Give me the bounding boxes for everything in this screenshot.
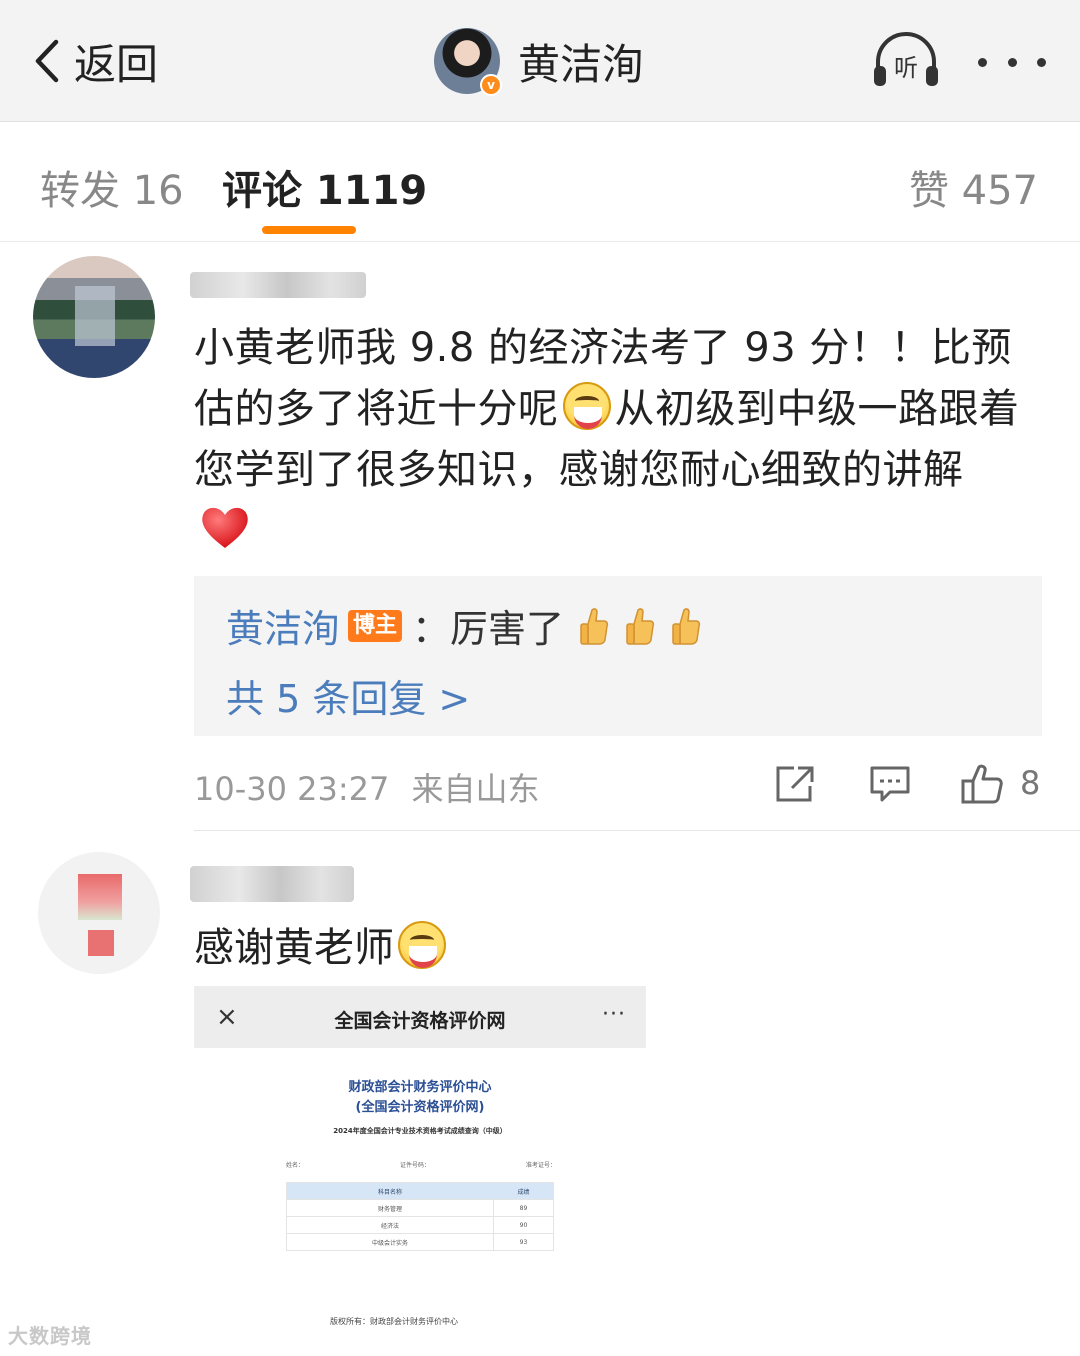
comment-image[interactable]: × 全国会计资格评价网 ··· 财政部会计财务评价中心 (全国会计资格评价网) …: [194, 986, 646, 1326]
heart-emoji-icon: [202, 507, 248, 548]
laugh-emoji-icon: [562, 382, 611, 430]
blogger-badge: 博主: [348, 609, 403, 642]
commenter-name-blurred[interactable]: [190, 272, 366, 298]
comment-text-part: 感谢黄老师: [194, 925, 394, 971]
table-cell: 中级会计实务: [286, 1233, 494, 1251]
table-cell: 90: [493, 1216, 554, 1234]
comment-icon[interactable]: [868, 764, 912, 804]
tab-likes[interactable]: 赞 457: [909, 158, 1038, 216]
listen-label: 听: [894, 54, 918, 82]
comment-time: 10-30 23:27: [194, 770, 390, 808]
like-icon[interactable]: [960, 764, 1004, 804]
comment-text: 感谢黄老师: [194, 918, 450, 978]
image-page-title: 全国会计资格评价网: [334, 1010, 506, 1032]
comment-text: 小黄老师我 9.8 的经济法考了 93 分！！比预估的多了将近十分呢 从初级到中级…: [194, 318, 1044, 501]
comment-meta: 10-30 23:27 来自山东: [194, 764, 540, 810]
commenter-avatar[interactable]: [38, 852, 160, 974]
more-button[interactable]: [978, 48, 1046, 76]
tab-reposts[interactable]: 转发 16: [40, 158, 184, 216]
author-header[interactable]: v 黄洁洵: [434, 28, 644, 96]
comment-location: 来自山东: [411, 770, 540, 808]
table-cell: 财务管理: [286, 1199, 494, 1217]
active-tab-indicator: [262, 226, 356, 234]
table-cell: 89: [493, 1199, 554, 1217]
laugh-emoji-icon: [398, 921, 446, 969]
table-row: 经济法 90: [286, 1216, 554, 1234]
image-subtitle: 2024年度全国会计专业技术资格考试成绩查询（中级）: [333, 1127, 507, 1135]
thumbs-up-emoji-icon: [580, 607, 609, 645]
reply-author[interactable]: 黄洁洵: [226, 598, 340, 653]
image-info-row: 姓名： 证件号码： 准考证号：: [286, 1160, 556, 1169]
comment-divider: [194, 830, 1080, 831]
image-org-subname: (全国会计资格评价网): [355, 1100, 485, 1115]
more-dot: [978, 57, 987, 67]
back-label: 返回: [74, 39, 159, 89]
table-header-cell: 成绩: [493, 1182, 554, 1200]
more-dot: [1037, 57, 1046, 67]
reply-text: ：厉害了: [412, 607, 565, 651]
back-chevron-icon: [35, 39, 59, 83]
commenter-name-blurred[interactable]: [190, 866, 354, 902]
author-avatar[interactable]: v: [434, 28, 502, 96]
table-row: 中级会计实务 93: [286, 1233, 554, 1251]
reply-line: 黄洁洵 博主 ：厉害了: [226, 598, 702, 653]
image-footer: 版权所有：财政部会计财务评价中心: [330, 1317, 458, 1326]
table-header-cell: 科目名称: [286, 1182, 494, 1200]
table-row: 财务管理 89: [286, 1199, 554, 1217]
image-browser-bar: × 全国会计资格评价网 ···: [194, 986, 646, 1048]
share-icon[interactable]: [774, 764, 818, 804]
back-button[interactable]: 返回: [30, 28, 158, 94]
image-org-name: 财政部会计财务评价中心: [348, 1080, 492, 1095]
verified-badge-icon: v: [480, 74, 502, 96]
score-table: 科目名称 成绩 财务管理 89 经济法 90 中级会计实务 93: [286, 1182, 554, 1251]
thumbs-up-emoji-icon: [672, 607, 701, 645]
thumbs-up-emoji-icon: [626, 607, 655, 645]
watermark: 大数跨境: [8, 1324, 92, 1348]
table-cell: 93: [493, 1233, 554, 1251]
table-cell: 经济法: [286, 1216, 494, 1234]
more-dot: [1007, 57, 1017, 67]
author-name[interactable]: 黄洁洵: [518, 31, 644, 92]
image-info-name: 姓名：: [286, 1162, 305, 1169]
like-count: 8: [1020, 764, 1041, 802]
image-info-id: 证件号码：: [399, 1162, 430, 1169]
listen-icon[interactable]: 听: [870, 32, 942, 90]
thumbs-up-group: [578, 606, 702, 646]
commenter-avatar[interactable]: [33, 256, 155, 378]
table-header-row: 科目名称 成绩: [286, 1182, 554, 1200]
more-icon: ···: [602, 1002, 626, 1027]
view-all-replies-link[interactable]: 共 5 条回复 >: [226, 668, 470, 723]
tab-comments[interactable]: 评论 1119: [222, 158, 427, 216]
image-info-ticket: 准考证号：: [525, 1162, 556, 1169]
reply-preview[interactable]: 黄洁洵 博主 ：厉害了 共 5 条回复 >: [194, 576, 1042, 736]
tab-bar: 转发 16 评论 1119 赞 457: [0, 122, 1080, 242]
top-bar: 返回 v 黄洁洵 听: [0, 0, 1080, 122]
